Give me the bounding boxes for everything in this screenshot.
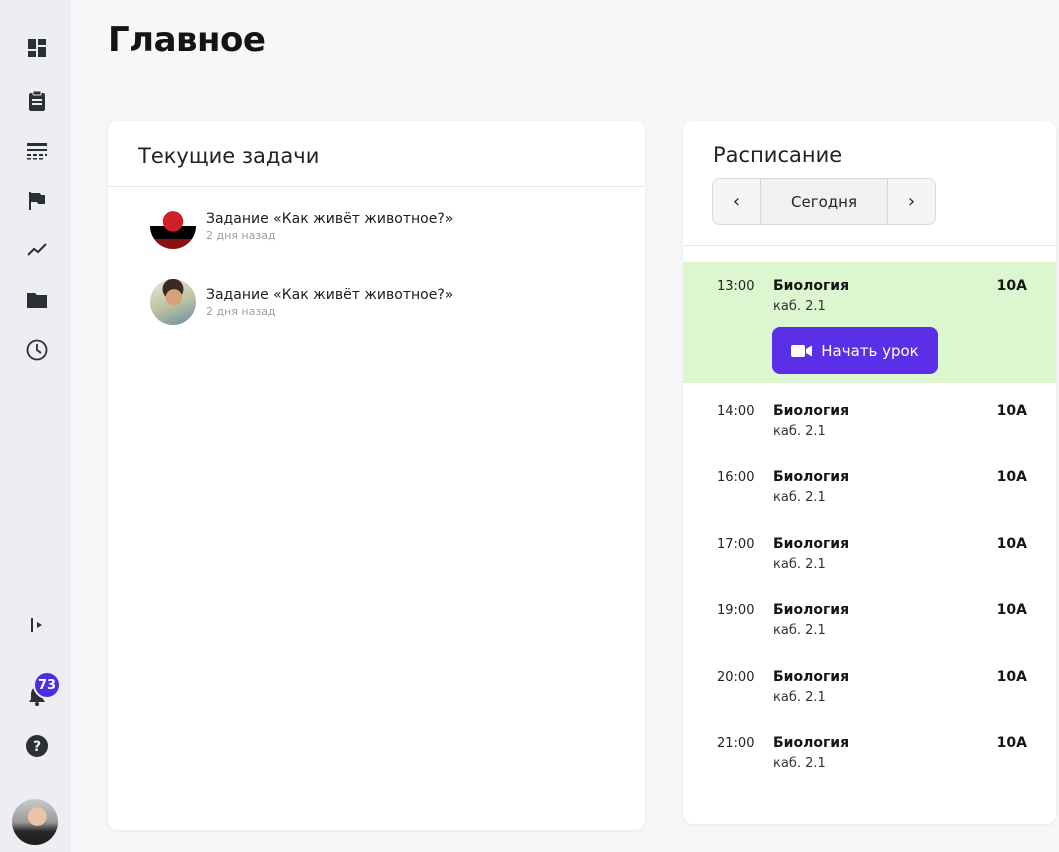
lesson-subject: Биология [773, 469, 850, 485]
lesson-time: 16:00 [717, 470, 755, 485]
lesson-room: каб. 2.1 [773, 490, 826, 505]
lesson-row[interactable]: 21:00 Биология каб. 2.1 10А [683, 735, 1056, 785]
expand-sidebar-icon[interactable] [22, 610, 52, 640]
lesson-time: 19:00 [717, 603, 755, 618]
lesson-row[interactable]: 17:00 Биология каб. 2.1 10А [683, 536, 1056, 586]
tasks-title: Текущие задачи [138, 144, 320, 168]
lesson-subject: Биология [773, 403, 850, 419]
help-icon[interactable]: ? [22, 731, 52, 761]
current-tasks-card: Текущие задачи Задание «Как живёт животн… [108, 121, 645, 830]
lesson-time: 20:00 [717, 670, 755, 685]
lesson-row-current[interactable]: 13:00 Биология каб. 2.1 10А Начать урок [683, 262, 1056, 383]
lesson-class: 10А [996, 602, 1027, 618]
schedule-title: Расписание [713, 143, 843, 167]
video-camera-icon [791, 344, 813, 357]
task-name: Задание «Как живёт животное?» [206, 287, 454, 303]
schedule-table-icon[interactable] [22, 136, 52, 166]
clipboard-icon[interactable] [22, 86, 52, 116]
lesson-room: каб. 2.1 [773, 690, 826, 705]
notification-badge: 73 [33, 671, 61, 699]
lesson-subject: Биология [773, 602, 850, 618]
dashboard-icon[interactable] [22, 33, 52, 63]
lesson-row[interactable]: 20:00 Биология каб. 2.1 10А [683, 669, 1056, 719]
lesson-row[interactable]: 19:00 Биология каб. 2.1 10А [683, 602, 1056, 652]
user-avatar[interactable] [12, 799, 58, 845]
task-item[interactable]: Задание «Как живёт животное?» 2 дня наза… [150, 203, 620, 251]
sidebar: 73 ? [0, 0, 71, 852]
lesson-class: 10А [996, 669, 1027, 685]
lesson-subject: Биология [773, 669, 850, 685]
current-day-label[interactable]: Сегодня [760, 179, 888, 224]
lesson-subject: Биология [773, 735, 850, 751]
flag-icon[interactable] [22, 186, 52, 216]
task-avatar [150, 203, 196, 249]
task-item[interactable]: Задание «Как живёт животное?» 2 дня наза… [150, 279, 620, 327]
prev-day-button[interactable]: ‹ [713, 179, 760, 224]
lesson-time: 21:00 [717, 736, 755, 751]
svg-text:?: ? [33, 739, 41, 755]
divider [108, 186, 645, 187]
lesson-time: 17:00 [717, 537, 755, 552]
task-avatar [150, 279, 196, 325]
start-lesson-button[interactable]: Начать урок [772, 327, 938, 374]
task-name: Задание «Как живёт животное?» [206, 211, 454, 227]
start-lesson-label: Начать урок [821, 341, 919, 360]
lesson-row[interactable]: 16:00 Биология каб. 2.1 10А [683, 469, 1056, 519]
lesson-room: каб. 2.1 [773, 299, 826, 314]
lesson-room: каб. 2.1 [773, 424, 826, 439]
day-switcher: ‹ Сегодня › [712, 178, 936, 225]
schedule-card: Расписание ‹ Сегодня › 13:00 Биология ка… [683, 121, 1056, 824]
lesson-class: 10А [996, 469, 1027, 485]
lesson-room: каб. 2.1 [773, 756, 826, 771]
lesson-class: 10А [996, 735, 1027, 751]
trend-icon[interactable] [22, 234, 52, 264]
task-time: 2 дня назад [206, 305, 276, 318]
lesson-time: 14:00 [717, 404, 755, 419]
lesson-time: 13:00 [717, 279, 755, 294]
lesson-class: 10А [996, 403, 1027, 419]
lesson-subject: Биология [773, 278, 850, 294]
lesson-subject: Биология [773, 536, 850, 552]
lesson-class: 10А [996, 278, 1027, 294]
lesson-room: каб. 2.1 [773, 623, 826, 638]
folder-icon[interactable] [22, 285, 52, 315]
divider [683, 245, 1056, 246]
page-title: Главное [108, 20, 266, 60]
next-day-button[interactable]: › [888, 179, 935, 224]
lesson-row[interactable]: 14:00 Биология каб. 2.1 10А [683, 403, 1056, 453]
lesson-class: 10А [996, 536, 1027, 552]
lesson-room: каб. 2.1 [773, 557, 826, 572]
clock-icon[interactable] [22, 335, 52, 365]
task-time: 2 дня назад [206, 229, 276, 242]
